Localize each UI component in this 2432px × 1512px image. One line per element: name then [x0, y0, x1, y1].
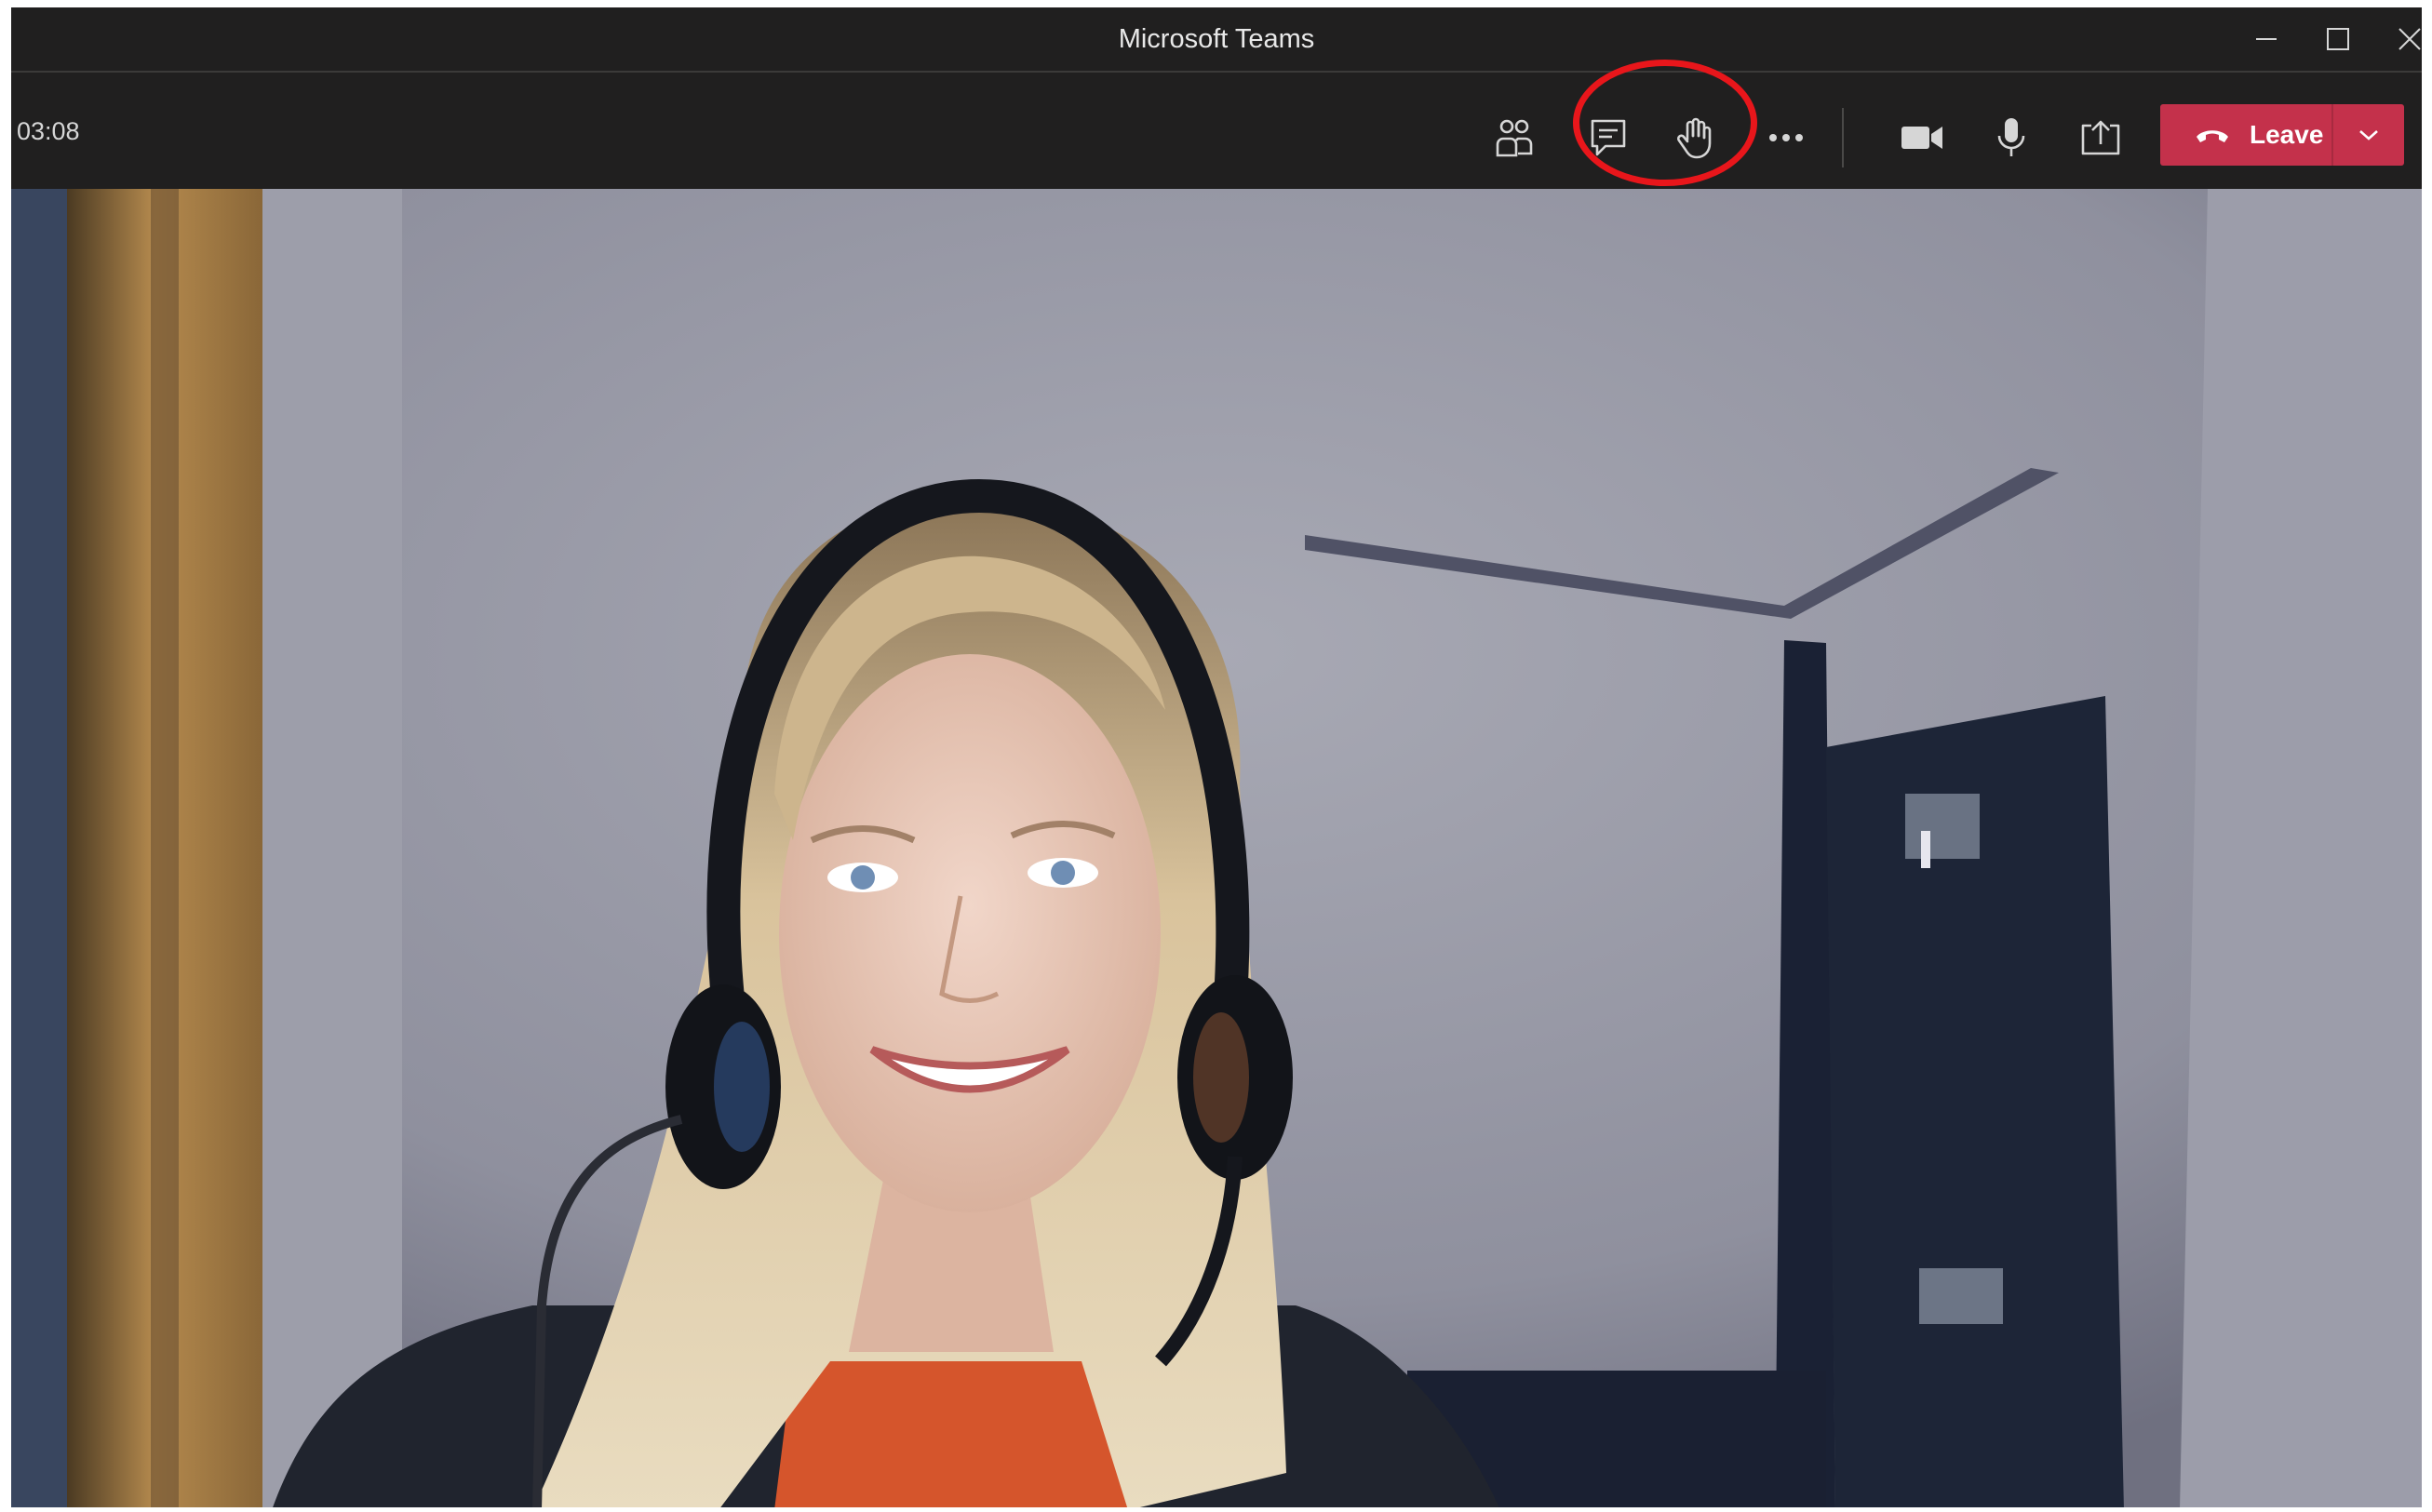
maximize-button[interactable]	[2311, 15, 2365, 63]
title-bar: Microsoft Teams	[11, 7, 2422, 73]
leave-options-dropdown[interactable]	[2333, 104, 2404, 166]
minimize-icon	[2256, 38, 2277, 40]
camera-toggle-button[interactable]	[1885, 100, 1959, 175]
leave-label: Leave	[2250, 120, 2324, 149]
more-actions-button[interactable]	[1749, 100, 1823, 175]
annotation-highlight-circle	[1573, 60, 1757, 186]
microphone-icon	[1997, 118, 2025, 156]
share-tray-icon	[2081, 120, 2120, 155]
maximize-icon	[2327, 28, 2349, 50]
meeting-toolbar: 03:08 Leave	[11, 73, 2422, 189]
toolbar-divider	[1842, 108, 1844, 167]
teams-meeting-window: Microsoft Teams 03:08 Leave	[11, 7, 2422, 1507]
meeting-timer: 03:08	[17, 117, 80, 145]
leave-button-group: Leave	[2160, 104, 2404, 166]
phone-hangup-icon	[2197, 130, 2228, 142]
chevron-down-icon	[2359, 130, 2378, 140]
video-camera-icon	[1901, 127, 1942, 149]
ellipsis-icon	[1769, 134, 1803, 141]
close-button[interactable]	[2383, 15, 2422, 63]
webcam-image	[11, 189, 2422, 1507]
show-participants-button[interactable]	[1477, 100, 1552, 175]
mic-toggle-button[interactable]	[1974, 100, 2049, 175]
minimize-button[interactable]	[2239, 15, 2293, 63]
leave-button[interactable]: Leave	[2160, 104, 2331, 166]
people-icon	[1496, 119, 1533, 157]
share-content-button[interactable]	[2063, 100, 2138, 175]
participant-video-feed	[11, 189, 2422, 1507]
close-icon	[2398, 28, 2421, 50]
window-title: Microsoft Teams	[1118, 24, 1315, 54]
